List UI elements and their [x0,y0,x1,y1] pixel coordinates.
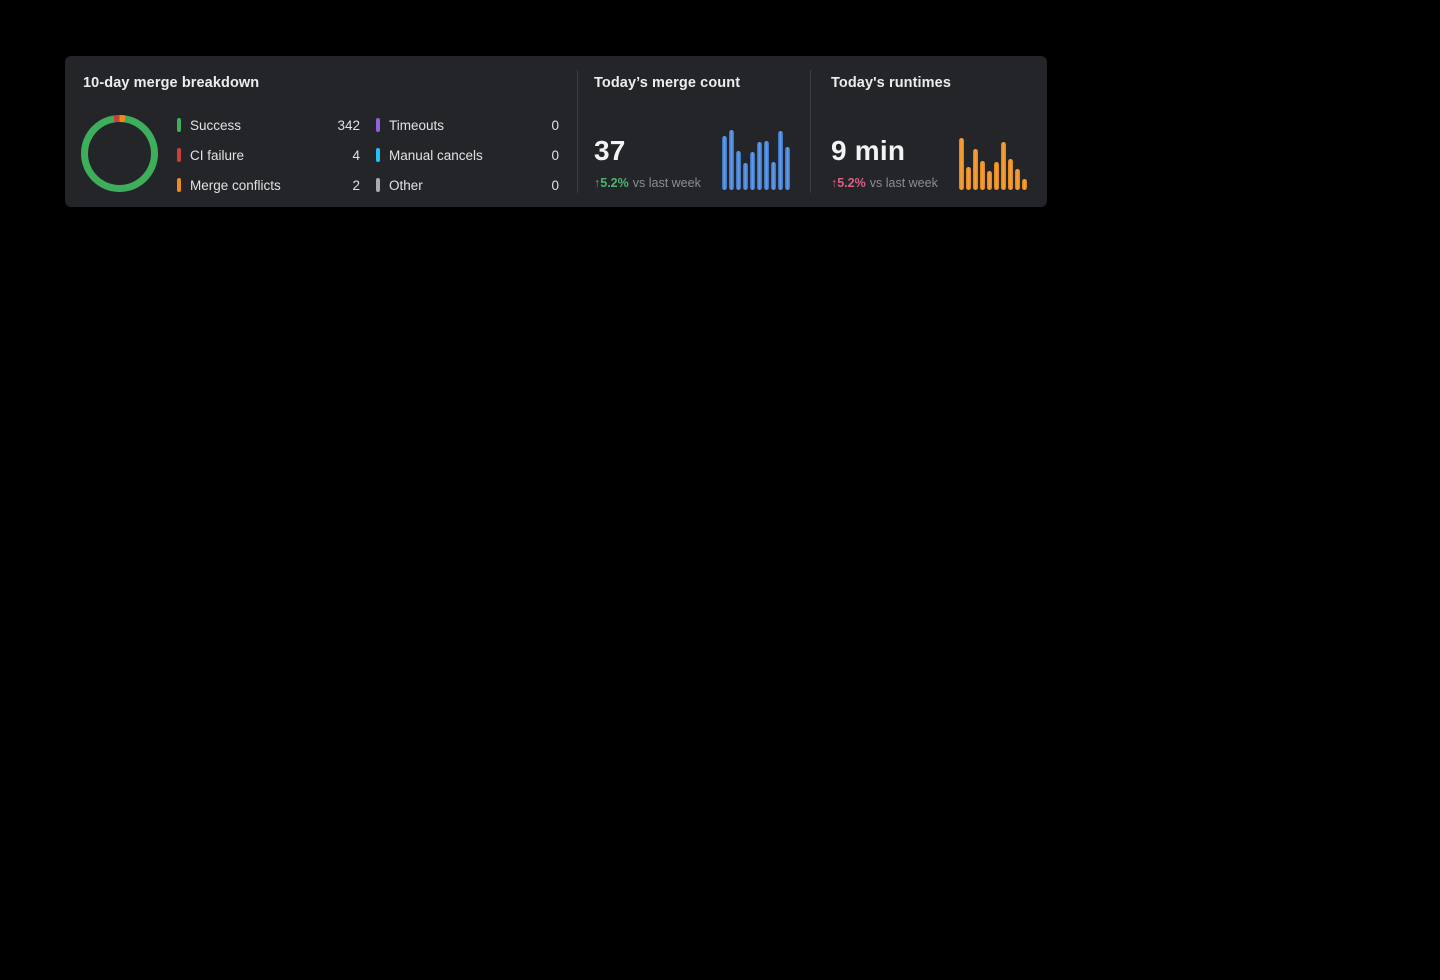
legend-value: 4 [352,148,360,163]
runtimes-bar-chart [959,138,1029,190]
card-title: Today's runtimes [831,75,951,91]
legend-label: Manual cancels [389,148,551,163]
legend-label: CI failure [190,148,352,163]
runtimes-value: 9 min [831,137,905,165]
chart-bar [736,151,741,190]
chart-bar [757,142,762,190]
legend-label: Success [190,118,337,133]
legend-column-right: Timeouts 0 Manual cancels 0 Other 0 [376,110,559,200]
chart-bar [722,136,727,190]
merge-count-trend: ↑5.2%vs last week [594,176,701,190]
legend-item-manual-cancels: Manual cancels 0 [376,140,559,170]
trend-suffix: vs last week [633,176,701,190]
chart-bar [973,149,978,190]
chart-bar [987,171,992,190]
chart-bar [1022,179,1027,190]
legend-item-other: Other 0 [376,170,559,200]
legend-value: 0 [551,118,559,133]
merge-conflicts-marker [177,178,181,192]
manual-cancels-marker [376,148,380,162]
chart-bar [1008,159,1013,190]
chart-bar [750,152,755,190]
merge-count-value: 37 [594,137,626,165]
donut-hole [88,122,151,185]
success-marker [177,118,181,132]
trend-percent: 5.2% [600,176,629,190]
chart-bar [764,141,769,190]
trend-percent: 5.2% [837,176,866,190]
legend-item-merge-conflicts: Merge conflicts 2 [177,170,360,200]
chart-bar [1015,169,1020,190]
legend-label: Merge conflicts [190,178,352,193]
legend-label: Other [389,178,551,193]
merge-breakdown-card: 10-day merge breakdown Success 342 CI fa… [65,56,577,207]
chart-bar [994,162,999,190]
merge-breakdown-legend: Success 342 CI failure 4 Merge conflicts… [177,110,559,200]
timeouts-marker [376,118,380,132]
legend-column-left: Success 342 CI failure 4 Merge conflicts… [177,110,360,200]
merge-stats-panel: 10-day merge breakdown Success 342 CI fa… [65,56,1047,207]
chart-bar [743,163,748,190]
merge-count-bar-chart [722,130,792,190]
chart-bar [966,167,971,190]
ci-failure-marker [177,148,181,162]
trend-suffix: vs last week [870,176,938,190]
chart-bar [980,161,985,190]
legend-value: 2 [352,178,360,193]
legend-item-ci-failure: CI failure 4 [177,140,360,170]
legend-value: 0 [551,148,559,163]
chart-bar [778,131,783,190]
legend-value: 0 [551,178,559,193]
other-marker [376,178,380,192]
chart-bar [771,162,776,190]
merge-count-card: Today’s merge count 37 ↑5.2%vs last week [578,56,810,207]
legend-item-success: Success 342 [177,110,360,140]
legend-value: 342 [337,118,360,133]
chart-bar [785,147,790,190]
chart-bar [959,138,964,190]
legend-label: Timeouts [389,118,551,133]
merge-breakdown-donut-chart [81,115,158,192]
card-title: 10-day merge breakdown [83,75,259,91]
runtimes-card: Today's runtimes 9 min ↑5.2%vs last week [811,56,1047,207]
runtimes-trend: ↑5.2%vs last week [831,176,938,190]
chart-bar [729,130,734,190]
card-title: Today’s merge count [594,75,740,91]
chart-bar [1001,142,1006,190]
legend-item-timeouts: Timeouts 0 [376,110,559,140]
